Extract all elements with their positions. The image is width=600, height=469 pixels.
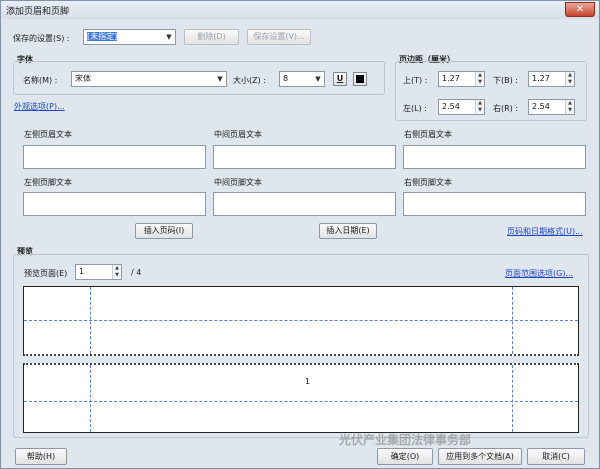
margin-top-value: 1.27	[442, 74, 460, 83]
preview-page-input[interactable]: 1 ▲ ▼	[75, 264, 122, 280]
insert-date-button[interactable]: 插入日期(E)	[319, 223, 377, 239]
title-bar: 添加页眉和页脚 ✕	[1, 1, 599, 19]
header-margin-guide	[24, 320, 578, 321]
left-margin-guide	[90, 365, 91, 432]
cancel-button[interactable]: 取消(C)	[527, 448, 585, 465]
watermark-text: 光伏产业集团法律事务部	[339, 433, 472, 447]
center-header-textbox[interactable]	[213, 145, 396, 169]
preview-header-page	[23, 286, 579, 356]
dialog-window: 添加页眉和页脚 ✕ 保存的设置(S) : [未指定] ▼ 删除(D) 保存设置(…	[0, 0, 600, 469]
spinner-icon[interactable]: ▲ ▼	[475, 100, 484, 114]
color-swatch-icon	[356, 75, 364, 83]
right-footer-label: 右侧页脚文本	[404, 178, 452, 187]
spinner-icon[interactable]: ▲ ▼	[112, 265, 121, 279]
font-size-value: 8	[283, 74, 289, 83]
font-name-label: 名称(M) :	[23, 76, 58, 85]
delete-button[interactable]: 删除(D)	[184, 29, 239, 45]
appearance-options-link[interactable]: 外观选项(P)...	[14, 101, 65, 112]
spinner-icon[interactable]: ▲ ▼	[565, 100, 574, 114]
font-name-select[interactable]: 宋体 ▼	[71, 71, 227, 87]
left-footer-label: 左侧页脚文本	[24, 178, 72, 187]
center-footer-textbox[interactable]	[213, 192, 396, 216]
saved-settings-label: 保存的设置(S) :	[13, 34, 70, 43]
left-footer-textbox[interactable]	[23, 192, 206, 216]
chevron-down-icon: ▼	[315, 75, 321, 83]
font-name-value: 宋体	[75, 74, 91, 83]
margin-bottom-input[interactable]: 1.27 ▲ ▼	[528, 71, 575, 87]
total-pages-label: / 4	[131, 268, 142, 277]
preview-page-number: 1	[305, 377, 311, 386]
margin-top-label: 上(T) :	[403, 76, 428, 85]
right-header-textbox[interactable]	[403, 145, 586, 169]
margin-left-value: 2.54	[442, 102, 460, 111]
margin-right-input[interactable]: 2.54 ▲ ▼	[528, 99, 575, 115]
margin-bottom-value: 1.27	[532, 74, 550, 83]
center-header-label: 中间页眉文本	[214, 130, 262, 139]
font-color-button[interactable]	[353, 72, 367, 86]
margin-left-input[interactable]: 2.54 ▲ ▼	[438, 99, 485, 115]
save-settings-button[interactable]: 保存设置(V)...	[247, 29, 311, 45]
ok-button[interactable]: 确定(O)	[377, 448, 433, 465]
saved-settings-value: [未指定]	[87, 32, 118, 41]
font-size-select[interactable]: 8 ▼	[279, 71, 325, 87]
spinner-icon[interactable]: ▲ ▼	[475, 72, 484, 86]
center-footer-label: 中间页脚文本	[214, 178, 262, 187]
margin-right-value: 2.54	[532, 102, 550, 111]
chevron-down-icon: ▼	[166, 33, 172, 41]
right-footer-textbox[interactable]	[403, 192, 586, 216]
left-header-label: 左侧页眉文本	[24, 130, 72, 139]
chevron-down-icon: ▼	[217, 75, 223, 83]
left-header-textbox[interactable]	[23, 145, 206, 169]
help-button[interactable]: 帮助(H)	[15, 448, 67, 465]
font-size-label: 大小(Z) :	[233, 76, 266, 85]
margin-top-input[interactable]: 1.27 ▲ ▼	[438, 71, 485, 87]
preview-page-label: 预览页面(E)	[24, 269, 68, 278]
preview-footer-page: 1	[23, 363, 579, 433]
close-button[interactable]: ✕	[565, 2, 595, 17]
preview-page-value: 1	[79, 267, 85, 276]
apply-to-multiple-button[interactable]: 应用到多个文档(A)	[438, 448, 522, 465]
footer-margin-guide	[24, 401, 578, 402]
saved-settings-select[interactable]: [未指定] ▼	[83, 29, 176, 45]
margin-left-label: 左(L) :	[403, 104, 427, 113]
window-title: 添加页眉和页脚	[6, 7, 70, 17]
page-range-options-link[interactable]: 页面范围选项(G)...	[505, 268, 573, 279]
insert-page-number-button[interactable]: 插入页码(I)	[135, 223, 193, 239]
page-date-format-link[interactable]: 页码和日期格式(U)...	[507, 226, 583, 237]
margin-right-label: 右(R) :	[493, 104, 519, 113]
right-header-label: 右侧页眉文本	[404, 130, 452, 139]
underline-button[interactable]: U	[333, 72, 347, 86]
margin-bottom-label: 下(B) :	[493, 76, 518, 85]
right-margin-guide	[512, 365, 513, 432]
spinner-icon[interactable]: ▲ ▼	[565, 72, 574, 86]
